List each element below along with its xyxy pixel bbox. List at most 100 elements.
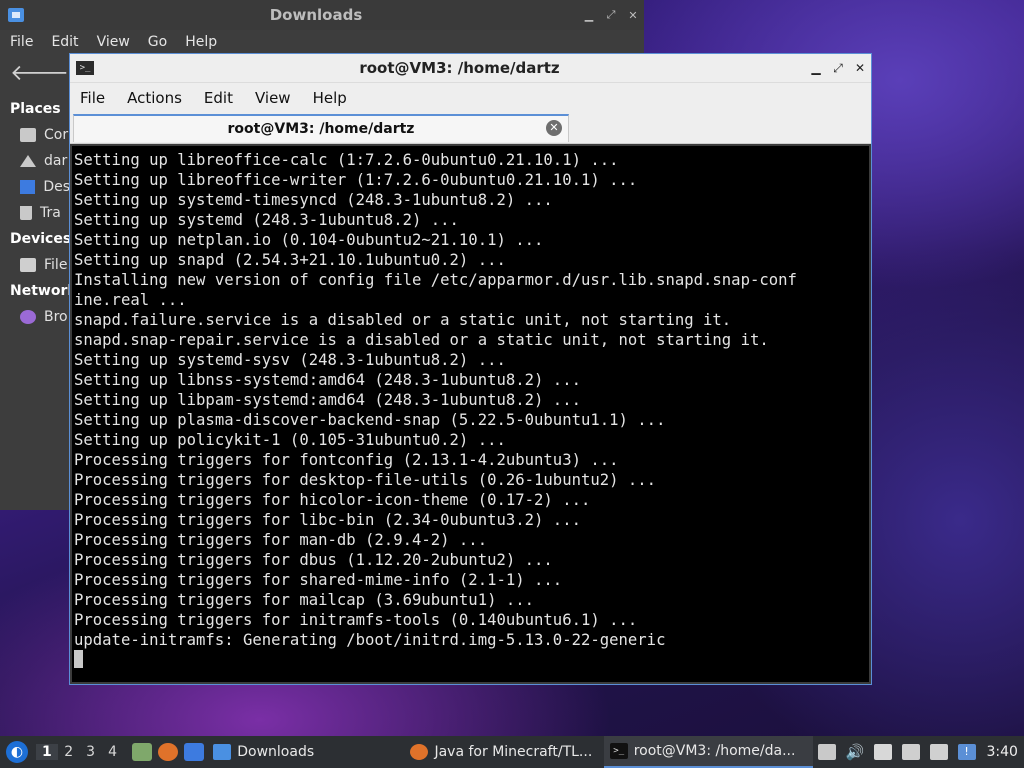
file-manager-launcher-icon[interactable] [132, 743, 153, 761]
file-manager-title: Downloads [269, 6, 363, 24]
sidebar-item-home[interactable]: dar [0, 148, 70, 174]
terminal-lines: Setting up libreoffice-calc (1:7.2.6-0ub… [74, 150, 869, 650]
minimize-icon[interactable]: ▁ [805, 61, 827, 75]
terminal-output-line: Setting up systemd (248.3-1ubuntu8.2) ..… [74, 211, 459, 229]
close-icon[interactable]: ✕ [622, 9, 644, 22]
taskbar: ◐ 1 2 3 4 Downloads Java for Minecraft/T… [0, 736, 1024, 768]
file-manager-sidebar: Places Cor dar Des Tra Devices File Netw… [0, 96, 77, 510]
sidebar-header-network: Network [10, 283, 77, 299]
terminal-titlebar[interactable]: >_ root@VM3: /home/dartz ▁ ⤢ ✕ [70, 54, 871, 82]
task-label: root@VM3: /home/da... [633, 743, 796, 759]
terminal-output-line: Setting up libnss-systemd:amd64 (248.3-1… [74, 371, 581, 389]
terminal-output-line: Setting up libpam-systemd:amd64 (248.3-1… [74, 391, 581, 409]
menu-actions[interactable]: Actions [117, 89, 194, 107]
terminal-window: >_ root@VM3: /home/dartz ▁ ⤢ ✕ File Acti… [69, 53, 872, 685]
terminal-tab-label: root@VM3: /home/dartz [227, 121, 415, 137]
volume-icon[interactable]: 🔊 [846, 744, 865, 760]
sidebar-header-places: Places [10, 101, 61, 117]
maximize-icon[interactable]: ⤢ [600, 8, 622, 22]
arrow-left-icon[interactable]: 🡐 [10, 60, 69, 86]
workspace-2[interactable]: 2 [58, 744, 80, 760]
task-downloads[interactable]: Downloads [207, 736, 404, 768]
sidebar-header-devices: Devices [10, 231, 72, 247]
sidebar-item-label: dar [44, 153, 68, 169]
terminal-output-line: update-initramfs: Generating /boot/initr… [74, 631, 666, 649]
terminal-output-line: Processing triggers for man-db (2.9.4-2)… [74, 531, 488, 549]
close-icon[interactable]: ✕ [849, 61, 871, 75]
terminal-output-line: Setting up libreoffice-writer (1:7.2.6-0… [74, 171, 638, 189]
terminal-output-line: Processing triggers for desktop-file-uti… [74, 471, 657, 489]
terminal-icon: >_ [609, 743, 628, 759]
maximize-icon[interactable]: ⤢ [827, 61, 849, 76]
task-label: Java for Minecraft/TL... [434, 744, 593, 760]
menu-help[interactable]: Help [175, 34, 225, 50]
terminal-output-line: ine.real ... [74, 291, 187, 309]
menu-file[interactable]: File [70, 89, 117, 107]
minimize-icon[interactable]: ▁ [578, 9, 600, 22]
sidebar-item-label: Bro [44, 309, 68, 325]
workspace-1[interactable]: 1 [35, 744, 58, 760]
workspace-4[interactable]: 4 [102, 744, 124, 760]
terminal-output-line: Installing new version of config file /e… [74, 271, 797, 289]
terminal-output-line: Setting up libreoffice-calc (1:7.2.6-0ub… [74, 151, 619, 169]
show-desktop-icon[interactable] [184, 743, 205, 761]
update-notifier-icon[interactable]: ! [957, 744, 976, 760]
sidebar-item-trash[interactable]: Tra [0, 200, 70, 226]
terminal-output-line: Setting up policykit-1 (0.105-31ubuntu0.… [74, 431, 506, 449]
terminal-output-line: Processing triggers for fontconfig (2.13… [74, 451, 619, 469]
task-label: Downloads [237, 744, 315, 760]
terminal-cursor [74, 650, 83, 668]
terminal-output-line: snapd.snap-repair.service is a disabled … [74, 331, 769, 349]
close-tab-icon[interactable]: ✕ [546, 120, 562, 136]
terminal-output-line: Setting up systemd-sysv (248.3-1ubuntu8.… [74, 351, 506, 369]
desktop-icon [20, 180, 36, 194]
firefox-launcher-icon[interactable] [158, 743, 179, 761]
sidebar-item-label: File [44, 257, 68, 273]
sidebar-item-computer[interactable]: Cor [0, 122, 70, 148]
menu-help[interactable]: Help [303, 89, 359, 107]
start-menu-button[interactable]: ◐ [6, 741, 28, 763]
menu-edit[interactable]: Edit [41, 34, 86, 50]
firefox-icon [410, 744, 429, 760]
network-icon[interactable] [929, 744, 948, 760]
terminal-output-line: snapd.failure.service is a disabled or a… [74, 311, 732, 329]
terminal-output-line: Processing triggers for shared-mime-info… [74, 571, 563, 589]
clock[interactable]: 3:40 [987, 744, 1018, 760]
sidebar-item-label: Des [43, 179, 70, 195]
sidebar-item-browse-network[interactable]: Bro [0, 304, 70, 330]
drive-icon [20, 258, 36, 272]
sidebar-item-desktop[interactable]: Des [0, 174, 70, 200]
terminal-tabbar: root@VM3: /home/dartz ✕ [70, 113, 871, 144]
workspace-3[interactable]: 3 [80, 744, 102, 760]
menu-view[interactable]: View [245, 89, 303, 107]
menu-view[interactable]: View [87, 34, 138, 50]
home-icon [20, 155, 36, 167]
folder-icon [213, 744, 232, 760]
keyboard-icon[interactable] [901, 744, 920, 760]
terminal-tab[interactable]: root@VM3: /home/dartz ✕ [73, 114, 569, 142]
terminal-output[interactable]: Setting up libreoffice-calc (1:7.2.6-0ub… [72, 146, 869, 682]
file-manager-titlebar[interactable]: Downloads ▁ ⤢ ✕ [0, 0, 644, 30]
menu-edit[interactable]: Edit [194, 89, 245, 107]
menu-file[interactable]: File [0, 34, 41, 50]
terminal-output-line: Processing triggers for libc-bin (2.34-0… [74, 511, 581, 529]
terminal-output-line: Processing triggers for mailcap (3.69ubu… [74, 591, 535, 609]
terminal-menubar: File Actions Edit View Help [70, 82, 871, 113]
terminal-output-line: Setting up snapd (2.54.3+21.10.1ubuntu0.… [74, 251, 506, 269]
sidebar-item-label: Tra [40, 205, 61, 221]
task-java-for-minecraft[interactable]: Java for Minecraft/TL... [404, 736, 603, 768]
terminal-prompt-line [74, 650, 869, 670]
terminal-output-line: Processing triggers for hicolor-icon-the… [74, 491, 591, 509]
terminal-output-line: Setting up netplan.io (0.104-0ubuntu2~21… [74, 231, 544, 249]
clipboard-icon[interactable] [873, 744, 892, 760]
terminal-output-line: Processing triggers for initramfs-tools … [74, 611, 638, 629]
removable-drive-icon[interactable] [817, 744, 836, 760]
folder-icon [8, 8, 24, 22]
task-terminal[interactable]: >_ root@VM3: /home/da... [603, 736, 813, 768]
terminal-icon: >_ [76, 61, 94, 75]
terminal-title: root@VM3: /home/dartz [359, 59, 560, 77]
sidebar-item-filesystem[interactable]: File [0, 252, 70, 278]
terminal-output-line: Processing triggers for dbus (1.12.20-2u… [74, 551, 553, 569]
menu-go[interactable]: Go [138, 34, 175, 50]
drive-icon [20, 128, 36, 142]
